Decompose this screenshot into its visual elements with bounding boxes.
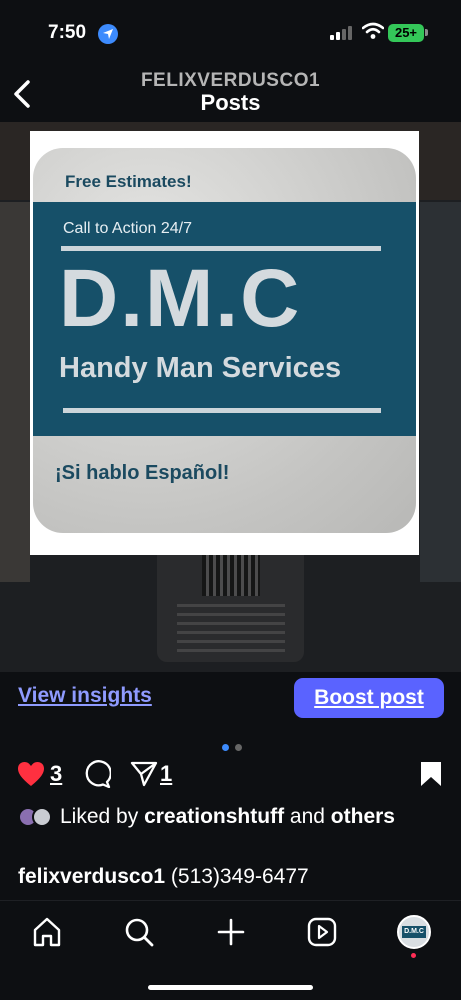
post-media[interactable]: Free Estimates! Call to Action 24/7 D.M.… (0, 122, 461, 672)
free-estimates-text: Free Estimates! (65, 172, 192, 191)
divider-line-bottom (63, 408, 381, 413)
wifi-icon (362, 22, 384, 39)
flyer-band: Call to Action 24/7 D.M.C Handy Man Serv… (33, 202, 416, 436)
divider-line-top (61, 246, 381, 251)
share-icon[interactable] (130, 761, 158, 787)
call-to-action-text: Call to Action 24/7 (63, 220, 192, 237)
battery-tip (425, 29, 428, 36)
carousel-indicator (221, 738, 243, 756)
liker-avatar (32, 807, 52, 827)
liked-by-user[interactable]: creationshtuff (144, 805, 284, 828)
boost-post-button[interactable]: Boost post (294, 678, 444, 718)
header-username: FELIXVERDUSCO1 (140, 70, 321, 91)
post-caption: felixverdusco1 (513)349-6477 (18, 865, 309, 889)
liker-avatars[interactable] (18, 806, 58, 828)
profile-notification-dot (411, 953, 416, 958)
profile-avatar-logo: D.M.C (402, 926, 426, 938)
carousel-dot-active (222, 744, 229, 751)
background-photo-left (0, 202, 30, 582)
caption-username[interactable]: felixverdusco1 (18, 865, 165, 888)
service-text: Handy Man Services (59, 352, 342, 384)
liked-by-text[interactable]: Liked by creationshtuff and others (60, 803, 420, 831)
page-title: Posts (200, 90, 261, 115)
background-photo-right (420, 202, 461, 582)
battery-indicator: 25+ (388, 24, 424, 42)
liked-by-prefix: Liked by (60, 805, 145, 828)
carousel-dot (235, 744, 243, 751)
likes-count[interactable]: 3 (50, 761, 62, 787)
save-bookmark-icon[interactable] (420, 761, 442, 787)
flyer-image: Free Estimates! Call to Action 24/7 D.M.… (30, 131, 419, 555)
view-insights-link[interactable]: View insights (18, 684, 152, 708)
brand-logo-text: D.M.C (59, 253, 302, 344)
liked-by-middle: and (284, 805, 331, 828)
heart-icon[interactable] (17, 761, 45, 787)
liked-by-others[interactable]: others (331, 805, 395, 828)
location-icon (98, 24, 118, 44)
home-indicator (148, 985, 313, 990)
profile-avatar[interactable]: D.M.C (397, 915, 431, 949)
home-icon[interactable] (30, 915, 64, 949)
status-bar: 7:50 25+ (0, 0, 461, 64)
comment-icon[interactable] (83, 760, 111, 788)
search-icon[interactable] (122, 915, 156, 949)
reels-icon[interactable] (305, 915, 339, 949)
status-time: 7:50 (48, 22, 87, 43)
caption-text: (513)349-6477 (165, 865, 309, 888)
spanish-text: ¡Si hablo Español! (55, 462, 230, 484)
create-icon[interactable] (214, 915, 248, 949)
business-card-text (177, 604, 285, 652)
shares-count[interactable]: 1 (160, 761, 172, 787)
qr-code (202, 552, 260, 596)
cellular-signal-icon (330, 26, 354, 40)
flyer-background: Free Estimates! Call to Action 24/7 D.M.… (33, 148, 416, 533)
